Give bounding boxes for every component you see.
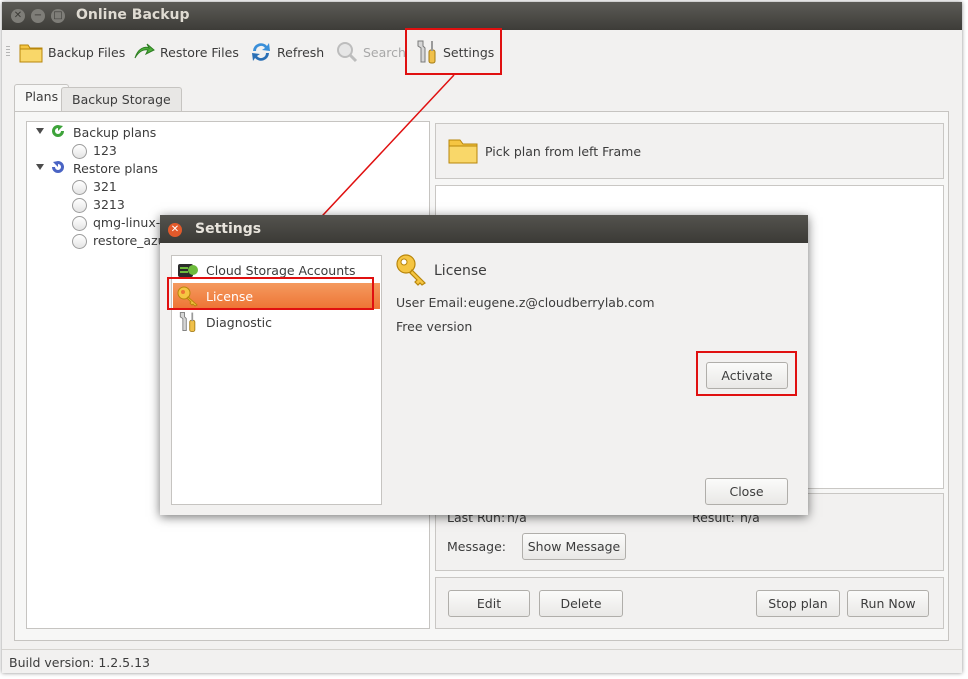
tools-icon [179,312,196,332]
license-version-text: Free version [396,319,473,334]
nav-item-label: Cloud Storage Accounts [206,262,356,278]
nav-item-label: Diagnostic [206,314,273,330]
activate-highlight-box [696,351,797,396]
license-highlight-box [167,277,374,310]
user-email-label: User Email: [396,295,468,310]
key-icon [396,254,426,286]
user-email-value: eugene.z@cloudberrylab.com [468,295,655,310]
settings-dialog: ✕ Settings Cloud Storage Accounts Licens… [160,215,808,515]
section-title: License [434,263,487,279]
nav-item-diagnostic[interactable]: Diagnostic [173,309,380,335]
dialog-close-icon[interactable]: ✕ [168,223,182,237]
close-button[interactable]: Close [705,478,788,505]
dialog-title-bar: ✕ Settings [160,215,808,243]
dialog-title: Settings [195,221,262,237]
